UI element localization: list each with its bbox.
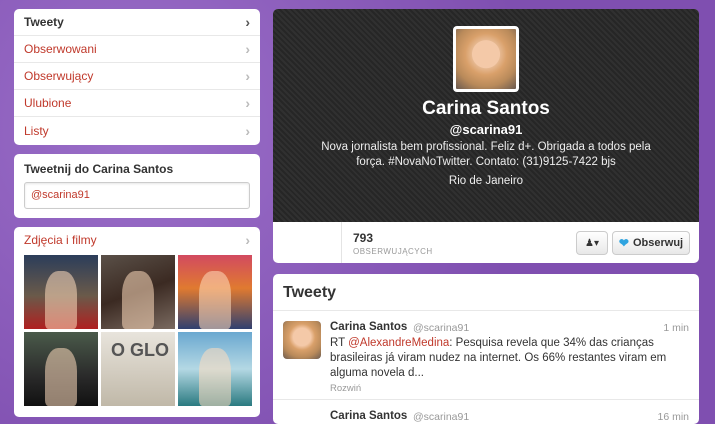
avatar[interactable] — [283, 321, 321, 359]
nav-item-followers[interactable]: Obserwujący › — [14, 63, 260, 90]
tweet-text-prefix: RT — [330, 337, 349, 349]
tweet-to-box: Tweetnij do Carina Santos @scarina91 — [14, 154, 260, 218]
chevron-right-icon: › — [245, 232, 250, 248]
nav-item-favorites[interactable]: Ulubione › — [14, 90, 260, 117]
nav-item-lists[interactable]: Listy › — [14, 117, 260, 144]
media-thumbnail[interactable]: O GLO — [101, 332, 175, 406]
follow-button-label: Obserwuj — [632, 237, 684, 249]
tweet-text: RT @AlexandreMedina: Pesquisa revela que… — [330, 336, 670, 381]
chevron-right-icon: › — [245, 122, 250, 139]
tweet-timestamp[interactable]: 16 min — [657, 411, 689, 423]
media-grid: O GLO — [24, 255, 254, 406]
nav-item-following[interactable]: Obserwowani › — [14, 36, 260, 63]
profile-location: Rio de Janeiro — [448, 175, 524, 187]
nav-item-label: Listy — [24, 123, 49, 138]
chevron-right-icon: › — [245, 14, 250, 30]
tweet-author-name[interactable]: Carina Santos — [330, 410, 407, 422]
followers-count[interactable]: 793 — [353, 231, 373, 245]
divider — [341, 222, 342, 263]
media-thumbnail[interactable] — [178, 255, 252, 329]
profile-header: Carina Santos @scarina91 Nova jornalista… — [273, 9, 699, 222]
media-header[interactable]: Zdjęcia i filmy › — [20, 233, 254, 255]
followers-label[interactable]: OBSERWUJĄCYCH — [353, 247, 433, 256]
tweet[interactable]: Carina Santos @scarina91 16 min — [273, 400, 699, 424]
chevron-down-icon: ▾ — [593, 237, 599, 249]
profile-nav: Tweety › Obserwowani › Obserwujący › Ulu… — [14, 9, 260, 145]
nav-item-label: Tweety — [24, 15, 64, 29]
tweet-expand-link[interactable]: Rozwiń — [330, 383, 361, 394]
media-title: Zdjęcia i filmy — [24, 233, 97, 247]
chevron-right-icon: › — [245, 68, 250, 84]
avatar[interactable] — [453, 26, 519, 92]
media-thumbnail[interactable] — [178, 332, 252, 406]
tweet-author-handle[interactable]: @scarina91 — [413, 411, 469, 423]
tweet-author-handle[interactable]: @scarina91 — [413, 322, 469, 334]
media-thumbnail[interactable] — [24, 332, 98, 406]
media-box: Zdjęcia i filmy › O GLO — [14, 227, 260, 417]
profile-name: Carina Santos — [422, 98, 550, 119]
tweet-mention-link[interactable]: @AlexandreMedina — [348, 337, 449, 349]
tweet-timestamp[interactable]: 1 min — [663, 322, 689, 334]
media-thumbnail[interactable] — [24, 255, 98, 329]
profile-bio: Nova jornalista bem profissional. Feliz … — [321, 141, 651, 168]
nav-item-label: Ulubione — [24, 96, 72, 110]
profile-handle: @scarina91 — [449, 122, 523, 137]
profile-stats: 793 OBSERWUJĄCYCH ♟ ▾ ❤ Obserwuj — [273, 222, 699, 263]
tweet-author-name[interactable]: Carina Santos — [330, 321, 407, 333]
media-thumbnail[interactable] — [101, 255, 175, 329]
tweet-to-input[interactable]: @scarina91 — [24, 182, 250, 209]
chevron-right-icon: › — [245, 95, 250, 111]
tweet-to-title: Tweetnij do Carina Santos — [24, 162, 174, 176]
user-actions-button[interactable]: ♟ ▾ — [576, 231, 608, 255]
tweets-timeline: Tweety Carina Santos @scarina91 1 min RT… — [273, 274, 699, 424]
nav-item-label: Obserwowani — [24, 42, 97, 56]
nav-item-label: Obserwujący — [24, 69, 94, 83]
twitter-bird-icon: ❤ — [618, 236, 629, 250]
chevron-right-icon: › — [245, 41, 250, 57]
thumbnail-logo-text: O GLO — [111, 340, 169, 360]
follow-button[interactable]: ❤ Obserwuj — [612, 231, 690, 255]
nav-item-tweets[interactable]: Tweety › — [14, 9, 260, 36]
tweets-header: Tweety — [273, 274, 699, 311]
user-icon: ♟ — [585, 237, 594, 249]
profile-card: Carina Santos @scarina91 Nova jornalista… — [273, 9, 699, 263]
tweet[interactable]: Carina Santos @scarina91 1 min RT @Alexa… — [273, 311, 699, 400]
